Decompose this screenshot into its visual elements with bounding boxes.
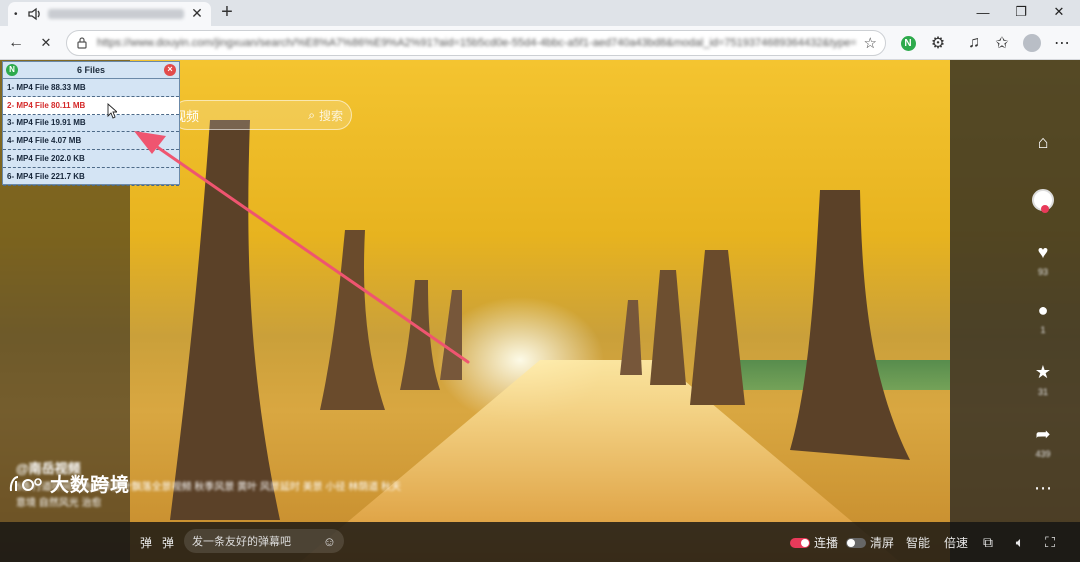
volume-icon[interactable]: 🔈︎ — [1010, 532, 1030, 552]
back-button[interactable]: ← — [4, 31, 28, 55]
maximize-button[interactable]: ❐ — [1004, 0, 1038, 24]
file-row[interactable]: 3- MP4 File 19.91 MB — [3, 115, 179, 133]
emoji-icon[interactable]: ☺ — [323, 534, 336, 549]
search-button[interactable]: 搜索 — [319, 107, 343, 124]
clear-screen-label: 清屏 — [870, 536, 895, 550]
search-icon[interactable]: ⌕ — [308, 108, 315, 123]
watermark: 大数跨境 — [8, 470, 130, 497]
rail-share[interactable]: ➦ 439 — [1028, 422, 1058, 460]
file-row[interactable]: 6- MP4 File 221.7 KB — [3, 168, 179, 186]
danmu-settings-icon[interactable]: 弹 — [162, 534, 174, 551]
home-icon[interactable]: ⌂ — [1031, 130, 1055, 154]
avatar-icon[interactable] — [1031, 188, 1055, 213]
file-row[interactable]: 4- MP4 File 4.07 MB — [3, 132, 179, 151]
star-icon[interactable]: ★ — [1031, 360, 1055, 384]
file-row[interactable]: 1- MP4 File 88.33 MB — [3, 79, 179, 97]
minimize-button[interactable]: — — [966, 0, 1000, 24]
rail-favorite[interactable]: ★ 31 — [1028, 360, 1058, 398]
speed-button[interactable]: 倍速 — [944, 534, 968, 551]
more-icon[interactable]: ⋯ — [1031, 476, 1055, 500]
rail-like[interactable]: ♥ 93 — [1028, 240, 1058, 278]
panel-title: 6 Files — [76, 65, 105, 75]
video-search-box[interactable]: 视频 ⌕ 搜索 — [172, 100, 352, 130]
autoplay-switch[interactable] — [790, 537, 810, 548]
browser-toolbar: ← ✕ https://www.douyin.com/jingxuan/sear… — [0, 26, 1080, 60]
danmu-input[interactable]: 发一条友好的弹幕吧 ☺ — [184, 529, 344, 553]
share-count: 439 — [1035, 449, 1051, 459]
close-window-button[interactable]: ✕ — [1042, 0, 1076, 24]
site-info-icon[interactable] — [75, 36, 89, 50]
file-row-highlighted[interactable]: 2- MP4 File 80.11 MB — [3, 96, 179, 115]
player-control-bar: 弹 弹 发一条友好的弹幕吧 ☺ 连播 清屏 智能 倍速 ⧉ 🔈︎ ⛶ — [0, 522, 1080, 562]
more-menu-icon[interactable]: ⋯ — [1050, 31, 1074, 55]
new-tab-button[interactable]: + — [216, 2, 238, 24]
tab-loading-dot: • — [14, 8, 18, 20]
favorite-count: 31 — [1037, 387, 1048, 397]
panel-close-icon[interactable]: × — [164, 64, 176, 76]
heart-icon[interactable]: ♥ — [1031, 240, 1055, 264]
fullscreen-icon[interactable]: ⛶ — [1040, 532, 1060, 552]
mouse-cursor-icon — [107, 103, 117, 119]
browser-tab[interactable]: • ✕ — [8, 2, 211, 26]
clear-screen-switch[interactable] — [846, 537, 866, 548]
like-count: 93 — [1037, 267, 1048, 277]
media-control-icon[interactable]: ♫ — [962, 31, 986, 55]
clear-screen-toggle[interactable]: 清屏 — [846, 534, 894, 551]
rail-comment[interactable]: ● 1 — [1028, 298, 1058, 336]
autoplay-toggle[interactable]: 连播 — [790, 534, 838, 551]
rail-author-avatar[interactable] — [1028, 188, 1058, 213]
video-downloader-panel: N 6 Files × 1- MP4 File 88.33 MB 2- MP4 … — [2, 61, 180, 186]
downloader-logo-icon: N — [6, 64, 18, 76]
stop-loading-button[interactable]: ✕ — [34, 31, 58, 55]
bookmark-star-icon[interactable]: ☆ — [864, 34, 877, 52]
profile-avatar[interactable] — [1020, 31, 1044, 55]
quality-button[interactable]: 智能 — [906, 534, 930, 551]
watermark-logo-icon — [9, 475, 42, 491]
address-bar[interactable]: https://www.douyin.com/jingxuan/search/%… — [66, 30, 886, 56]
address-url[interactable]: https://www.douyin.com/jingxuan/search/%… — [97, 37, 856, 49]
comment-icon[interactable]: ● — [1031, 298, 1055, 322]
favorites-icon[interactable]: ✩ — [990, 31, 1014, 55]
panel-header: N 6 Files × — [3, 62, 179, 79]
rail-home[interactable]: ⌂ — [1028, 130, 1058, 154]
extension-downloader-button[interactable]: N — [896, 31, 920, 55]
speaker-icon[interactable] — [27, 6, 43, 22]
share-icon[interactable]: ➦ — [1031, 422, 1055, 446]
danmu-toggle[interactable]: 弹 — [140, 534, 152, 551]
extensions-puzzle-icon[interactable]: ⚙ — [926, 31, 950, 55]
tab-title — [48, 9, 184, 19]
right-letterbox — [950, 60, 1080, 562]
avatar — [1023, 34, 1041, 52]
watermark-text: 大数跨境 — [50, 475, 131, 496]
downloader-logo-icon: N — [900, 35, 916, 51]
picture-in-picture-icon[interactable]: ⧉ — [978, 532, 998, 552]
danmu-placeholder: 发一条友好的弹幕吧 — [192, 536, 291, 548]
file-list: 1- MP4 File 88.33 MB 2- MP4 File 80.11 M… — [3, 79, 179, 186]
tab-close-icon[interactable]: ✕ — [189, 6, 205, 22]
rail-more[interactable]: ⋯ — [1028, 476, 1058, 500]
autoplay-label: 连播 — [814, 536, 839, 550]
tab-strip: • ✕ + — ❐ ✕ — [0, 0, 1080, 26]
comment-count: 1 — [1040, 325, 1046, 335]
file-row[interactable]: 5- MP4 File 202.0 KB — [3, 150, 179, 168]
